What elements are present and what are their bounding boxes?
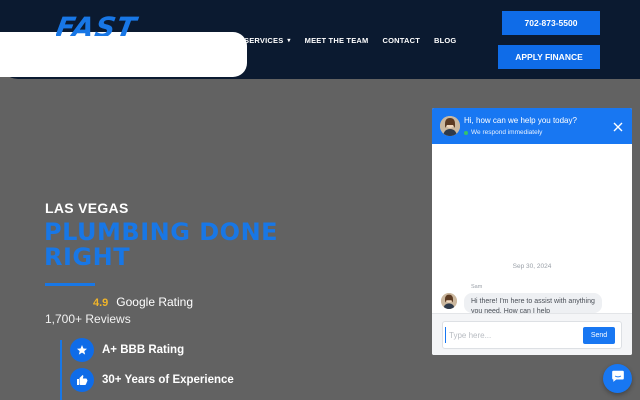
chat-message-input[interactable] [445, 327, 575, 343]
logo-text: FAST [56, 14, 140, 36]
feature-item-bbb: A+ BBB Rating [70, 338, 184, 362]
close-icon[interactable] [612, 120, 624, 132]
header-white-panel [0, 32, 247, 77]
feature-list-line [60, 340, 62, 400]
chat-input-box: Send [442, 321, 622, 349]
message-sender: Sam [471, 284, 483, 290]
star-icon [70, 338, 94, 362]
nav-label: SERVICES [244, 35, 284, 45]
feature-label: 30+ Years of Experience [102, 374, 234, 386]
chat-input-bar: Send [432, 313, 632, 355]
send-button[interactable]: Send [583, 327, 615, 344]
nav-item-services[interactable]: SERVICES ▾ [244, 36, 291, 45]
hero-title: PLUMBING DONE RIGHT [44, 218, 279, 271]
google-rating: 4.9 Google Rating [93, 295, 193, 309]
main-nav: SERVICES ▾ MEET THE TEAM CONTACT BLOG [244, 33, 456, 47]
feature-label: A+ BBB Rating [102, 344, 185, 356]
apply-finance-button[interactable]: APPLY FINANCE [498, 45, 600, 69]
online-status-icon [464, 130, 468, 135]
review-count: 1,700+ Reviews [45, 312, 131, 326]
phone-button[interactable]: 702-873-5500 [502, 11, 600, 35]
chat-date: Sep 30, 2024 [512, 263, 552, 270]
chat-status: We respond immediately [464, 129, 542, 136]
rating-label: Google Rating [116, 295, 194, 309]
feature-item-experience: 30+ Years of Experience [70, 368, 234, 392]
nav-item-blog[interactable]: BLOG [434, 36, 456, 45]
caret-down-icon: ▾ [287, 37, 291, 44]
thumbs-up-icon [70, 368, 94, 392]
nav-label: MEET THE TEAM [304, 35, 369, 45]
nav-item-meet-the-team[interactable]: MEET THE TEAM [305, 36, 369, 45]
chat-bubble-icon [611, 369, 625, 388]
hero-divider [45, 283, 95, 286]
nav-label: BLOG [434, 35, 457, 45]
nav-label: CONTACT [382, 35, 420, 45]
chat-status-text: We respond immediately [471, 129, 543, 136]
nav-item-contact[interactable]: CONTACT [382, 36, 420, 45]
site-logo[interactable]: FAST [56, 14, 166, 36]
agent-avatar [440, 116, 460, 136]
chat-widget: Hi, how can we help you today? We respon… [432, 108, 632, 355]
chat-launcher-button[interactable] [603, 364, 632, 393]
message-bubble: Hi there! I'm here to assist with anythi… [464, 293, 602, 313]
chat-greeting: Hi, how can we help you today? [464, 116, 577, 125]
rating-score: 4.9 [93, 297, 109, 309]
message-avatar [441, 293, 457, 309]
hero-subtitle: LAS VEGAS [45, 200, 129, 216]
chat-header: Hi, how can we help you today? We respon… [432, 108, 632, 144]
